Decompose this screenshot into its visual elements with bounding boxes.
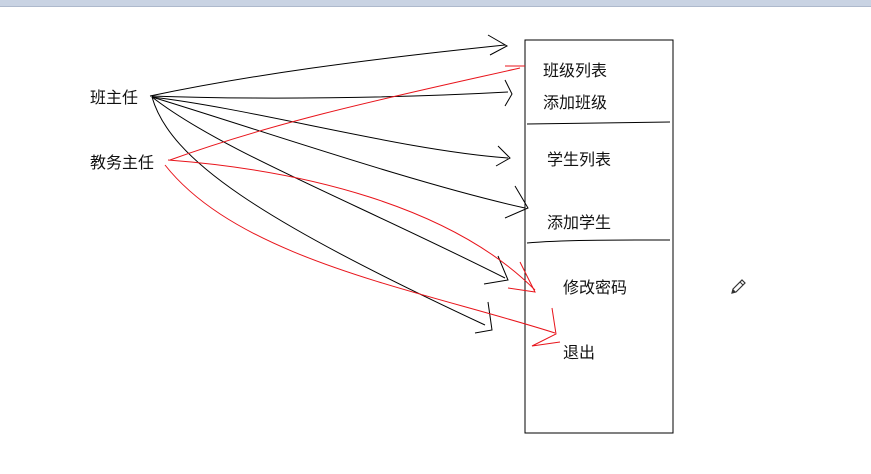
- menu-item-change-password: 修改密码: [563, 278, 628, 297]
- arrow-director-logout: [164, 164, 556, 334]
- arrow-head-teacher-logout: [151, 96, 486, 326]
- menu-divider-1: [526, 121, 671, 125]
- diagram-canvas: 班主任 教务主任 班级列表 添加班级 学生列表 添加学生 修改密码 退出: [0, 0, 871, 474]
- arrow-head-teacher-add-student: [151, 96, 526, 209]
- arrow-director-change-password: [167, 159, 536, 291]
- arrow-head-teacher-student-list: [151, 96, 509, 159]
- arrow-head-teacher-add-class: [149, 91, 509, 99]
- menu-item-class-list: 班级列表: [543, 61, 608, 80]
- menu-divider-2: [526, 239, 671, 244]
- pencil-icon: [731, 279, 746, 294]
- role-head-teacher: 班主任: [90, 88, 139, 107]
- menu-item-add-class: 添加班级: [543, 93, 608, 112]
- menu-item-logout: 退出: [563, 343, 596, 362]
- diagram-drawing: [149, 34, 674, 434]
- arrow-head-teacher-change-password: [151, 96, 506, 279]
- menu-item-student-list: 学生列表: [547, 150, 612, 169]
- menu-item-add-student: 添加学生: [547, 213, 612, 232]
- head-teacher-arrows: [149, 34, 529, 334]
- academic-director-arrows: [164, 65, 561, 347]
- arrow-head-teacher-class-list: [149, 44, 506, 97]
- role-academic-director: 教务主任: [90, 153, 155, 172]
